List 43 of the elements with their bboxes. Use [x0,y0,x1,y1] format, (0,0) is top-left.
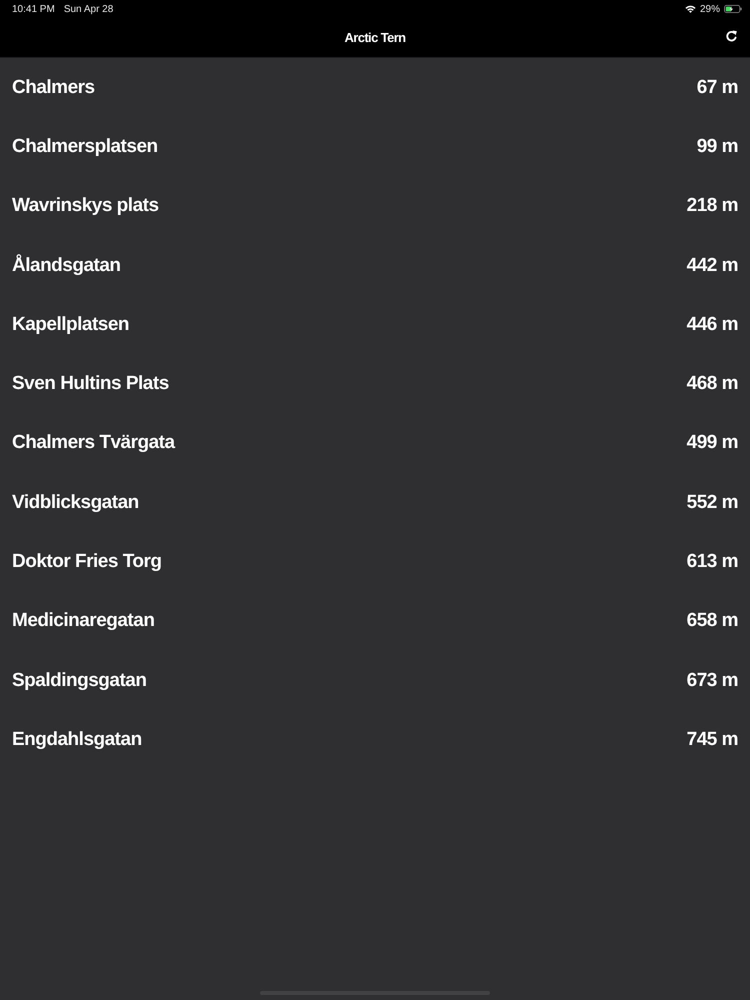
stop-distance: 99 m [696,136,738,158]
status-date: Sun Apr 28 [64,4,114,14]
stop-distance: 442 m [686,254,738,277]
stop-name: Wavrinskys plats [12,195,159,218]
stop-distance: 468 m [686,373,738,396]
stop-row[interactable]: Chalmersplatsen 99 m [0,117,750,177]
stop-name: Kapellplatsen [12,314,130,336]
battery-charging-icon [724,5,742,13]
stop-name: Doktor Fries Torg [12,551,162,574]
stop-distance: 552 m [686,492,738,514]
stop-row[interactable]: Vidblicksgatan 552 m [0,473,750,532]
wifi-icon [684,5,696,13]
stop-distance: 673 m [686,670,738,692]
refresh-icon[interactable] [725,30,738,43]
stop-name: Medicinaregatan [12,610,154,632]
stop-row[interactable]: Medicinaregatan 658 m [0,592,750,651]
stop-distance: 613 m [686,551,738,574]
stop-name: Vidblicksgatan [12,492,139,514]
stop-row[interactable]: Kapellplatsen 446 m [0,295,750,354]
stop-row[interactable]: Spaldingsgatan 673 m [0,650,750,710]
stop-distance: 218 m [686,195,738,218]
stop-row[interactable]: Doktor Fries Torg 613 m [0,532,750,592]
stop-name: Engdahlsgatan [12,728,142,751]
stop-name: Spaldingsgatan [12,670,146,692]
stop-name: Ålandsgatan [12,254,121,277]
stop-distance: 446 m [686,314,738,336]
stop-name: Chalmers [12,76,95,99]
stop-row[interactable]: Chalmers Tvärgata 499 m [0,414,750,474]
stop-distance: 745 m [686,728,738,751]
stop-row[interactable]: Wavrinskys plats 218 m [0,176,750,236]
battery-percentage: 29% [700,4,720,14]
stop-row[interactable]: Engdahlsgatan 745 m [0,710,750,770]
stop-name: Chalmers Tvärgata [12,432,175,454]
stop-row[interactable]: Chalmers 67 m [0,58,750,118]
stop-distance: 67 m [696,76,738,99]
stop-distance: 658 m [686,610,738,632]
stop-row[interactable]: Ålandsgatan 442 m [0,236,750,296]
stop-row[interactable]: Sven Hultins Plats 468 m [0,354,750,414]
stop-distance: 499 m [686,432,738,454]
stop-name: Sven Hultins Plats [12,373,169,396]
stop-name: Chalmersplatsen [12,136,158,158]
app-title: Arctic Tern [344,30,406,45]
status-time: 10:41 PM [12,4,55,14]
